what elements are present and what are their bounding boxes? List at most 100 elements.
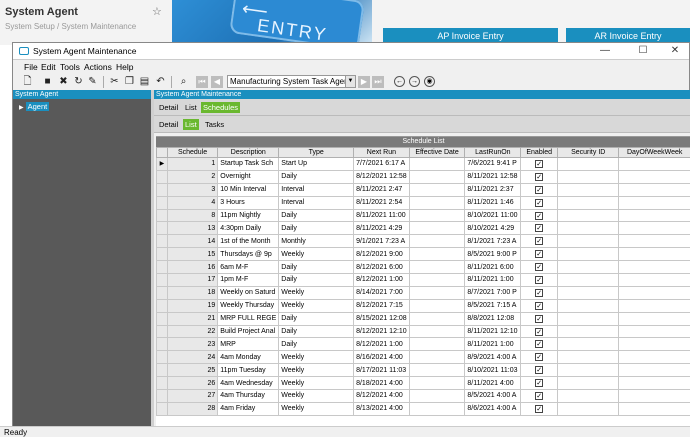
row-selector[interactable] xyxy=(156,376,168,391)
cell-enabled[interactable]: ✓ xyxy=(520,221,559,236)
cell-schedule[interactable]: 23 xyxy=(166,337,219,352)
cell-security-id[interactable] xyxy=(557,311,620,326)
table-row[interactable]: 15 Thursdays @ 9p Weekly 8/12/2021 9:00 8/5/… xyxy=(156,247,690,262)
cell-next-run[interactable]: 8/15/2021 12:08 xyxy=(353,311,410,326)
cell-schedule[interactable]: 24 xyxy=(166,350,219,365)
enabled-checkbox[interactable]: ✓ xyxy=(535,391,544,400)
cell-enabled[interactable]: ✓ xyxy=(520,389,559,403)
menu-file[interactable]: File xyxy=(24,62,38,72)
row-selector[interactable] xyxy=(156,363,168,378)
cell-security-id[interactable] xyxy=(557,273,620,287)
clear-icon[interactable]: ✎ xyxy=(86,75,99,88)
enabled-checkbox[interactable]: ✓ xyxy=(535,211,544,220)
cell-description[interactable]: Weekly Thursday xyxy=(217,298,280,313)
cell-effective-date[interactable] xyxy=(408,298,466,313)
cell-effective-date[interactable] xyxy=(408,311,466,326)
cell-last-run[interactable]: 8/11/2021 1:46 xyxy=(464,195,522,210)
cell-description[interactable]: 11pm Tuesday xyxy=(217,363,280,378)
cell-day-of-week[interactable] xyxy=(618,260,690,275)
cell-security-id[interactable] xyxy=(557,324,620,339)
cell-last-run[interactable]: 8/11/2021 12:58 xyxy=(464,169,522,184)
cell-last-run[interactable]: 8/11/2021 1:00 xyxy=(464,337,522,352)
cell-description[interactable]: Startup Task Sch xyxy=(217,157,280,171)
cell-description[interactable]: MRP xyxy=(217,337,280,352)
cell-enabled[interactable]: ✓ xyxy=(520,285,559,300)
cell-next-run[interactable]: 8/11/2021 4:29 xyxy=(353,221,410,236)
enabled-checkbox[interactable]: ✓ xyxy=(535,237,544,246)
table-row[interactable]: 22 Build Project Anal Daily 8/12/2021 12:10… xyxy=(156,324,690,339)
cell-enabled[interactable]: ✓ xyxy=(520,169,559,184)
cell-last-run[interactable]: 7/6/2021 9:41 P xyxy=(464,157,522,171)
row-selector[interactable] xyxy=(156,273,168,287)
table-row[interactable]: 21 MRP FULL REGE Daily 8/15/2021 12:08 8/8/2… xyxy=(156,311,690,326)
context-icon[interactable]: ◉ xyxy=(424,76,435,87)
cell-day-of-week[interactable] xyxy=(618,363,690,378)
enabled-checkbox[interactable]: ✓ xyxy=(535,366,544,375)
cell-day-of-week[interactable] xyxy=(618,273,690,287)
column-header[interactable]: LastRunOn xyxy=(464,147,522,158)
row-selector[interactable] xyxy=(156,401,168,416)
column-header[interactable]: DayOfWeekWeek xyxy=(618,147,690,158)
row-selector[interactable] xyxy=(156,169,168,184)
enabled-checkbox[interactable]: ✓ xyxy=(535,275,544,284)
cell-security-id[interactable] xyxy=(557,182,620,197)
enabled-checkbox[interactable]: ✓ xyxy=(535,172,544,181)
cell-type[interactable]: Weekly xyxy=(278,401,355,416)
cell-security-id[interactable] xyxy=(557,157,620,171)
cell-enabled[interactable]: ✓ xyxy=(520,337,559,352)
cell-next-run[interactable]: 9/1/2021 7:23 A xyxy=(353,234,410,249)
last-record-icon[interactable]: ⏭ xyxy=(372,76,384,88)
cell-enabled[interactable]: ✓ xyxy=(520,401,559,416)
subtab-tasks[interactable]: Tasks xyxy=(203,119,226,130)
cell-description[interactable]: 1st of the Month xyxy=(217,234,280,249)
cell-security-id[interactable] xyxy=(557,298,620,313)
cell-next-run[interactable]: 8/11/2021 2:47 xyxy=(353,182,410,197)
cell-enabled[interactable]: ✓ xyxy=(520,350,559,365)
favorite-star-icon[interactable]: ☆ xyxy=(152,5,162,18)
cell-security-id[interactable] xyxy=(557,234,620,249)
cell-next-run[interactable]: 7/7/2021 6:17 A xyxy=(353,157,410,171)
cell-schedule[interactable]: 19 xyxy=(166,298,219,313)
menu-edit[interactable]: Edit xyxy=(41,62,56,72)
enabled-checkbox[interactable]: ✓ xyxy=(535,379,544,388)
row-selector[interactable] xyxy=(156,182,168,197)
cell-security-id[interactable] xyxy=(557,221,620,236)
cell-enabled[interactable]: ✓ xyxy=(520,208,559,223)
cell-day-of-week[interactable] xyxy=(618,169,690,184)
cell-next-run[interactable]: 8/11/2021 11:00 xyxy=(353,208,410,223)
cell-next-run[interactable]: 8/16/2021 4:00 xyxy=(353,350,410,365)
first-record-icon[interactable]: ⏮ xyxy=(196,76,208,88)
cell-effective-date[interactable] xyxy=(408,273,466,287)
cell-type[interactable]: Daily xyxy=(278,337,355,352)
row-selector[interactable] xyxy=(156,324,168,339)
cell-effective-date[interactable] xyxy=(408,376,466,391)
cell-effective-date[interactable] xyxy=(408,208,466,223)
enabled-checkbox[interactable]: ✓ xyxy=(535,327,544,336)
cell-next-run[interactable]: 8/14/2021 7:00 xyxy=(353,285,410,300)
table-row[interactable]: 27 4am Thursday Weekly 8/12/2021 4:00 8/5/20… xyxy=(156,389,690,403)
enabled-checkbox[interactable]: ✓ xyxy=(535,404,544,413)
breadcrumb[interactable]: System Setup / System Maintenance xyxy=(5,22,136,31)
column-header[interactable]: Description xyxy=(217,147,280,158)
row-selector[interactable] xyxy=(156,337,168,352)
subtab-list[interactable]: List xyxy=(183,119,199,130)
row-selector[interactable] xyxy=(156,208,168,223)
cell-security-id[interactable] xyxy=(557,208,620,223)
refresh-icon[interactable]: ↻ xyxy=(72,75,85,88)
enabled-checkbox[interactable]: ✓ xyxy=(535,301,544,310)
cell-last-run[interactable]: 8/5/2021 4:00 A xyxy=(464,389,522,403)
column-header[interactable]: Effective Date xyxy=(408,147,466,158)
cell-effective-date[interactable] xyxy=(408,195,466,210)
cell-effective-date[interactable] xyxy=(408,363,466,378)
cell-security-id[interactable] xyxy=(557,389,620,403)
enabled-checkbox[interactable]: ✓ xyxy=(535,288,544,297)
cell-description[interactable]: 10 Min Interval xyxy=(217,182,280,197)
table-row[interactable]: 26 4am Wednesday Weekly 8/18/2021 4:00 8/11/… xyxy=(156,376,690,391)
tab-list[interactable]: List xyxy=(183,102,199,113)
cell-type[interactable]: Daily xyxy=(278,169,355,184)
search-binoculars-icon[interactable]: ⌕ xyxy=(177,75,190,88)
cell-type[interactable]: Daily xyxy=(278,260,355,275)
column-header[interactable]: Type xyxy=(278,147,355,158)
column-header[interactable]: Next Run xyxy=(353,147,410,158)
row-selector[interactable]: ▶ xyxy=(156,157,168,171)
